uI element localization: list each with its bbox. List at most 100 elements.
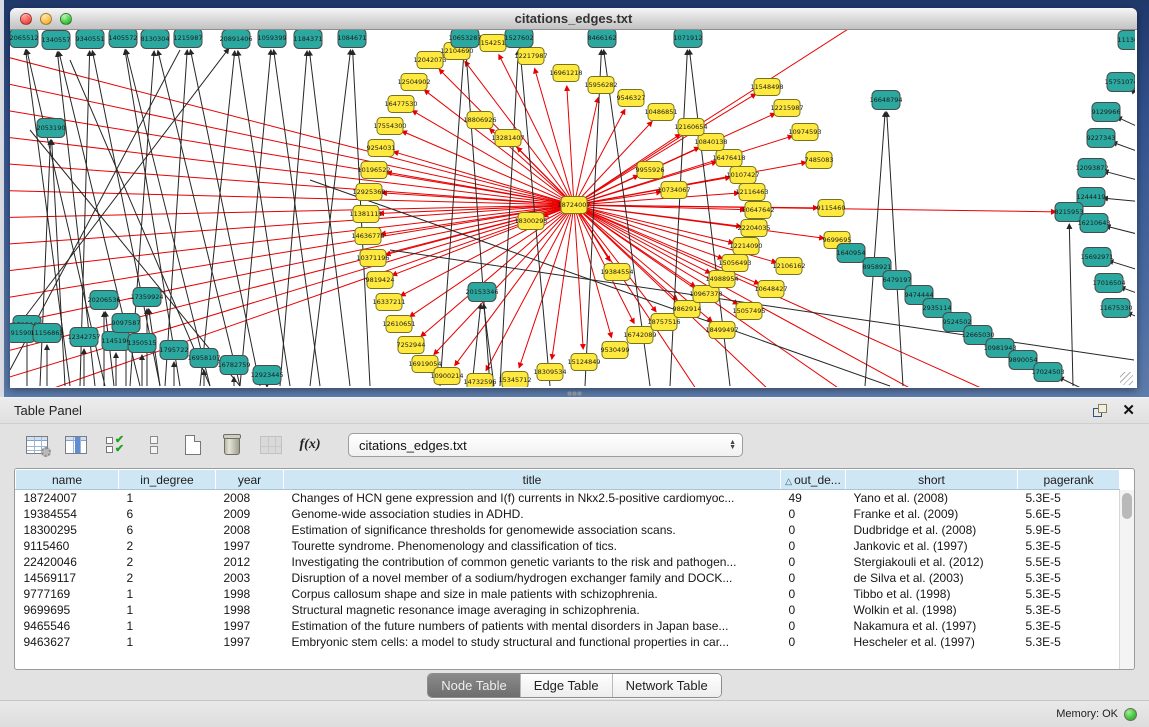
- window-close-button[interactable]: [20, 13, 32, 25]
- graph-node[interactable]: 17016504: [1092, 274, 1125, 293]
- graph-node[interactable]: 18806926: [463, 112, 496, 129]
- network-window-titlebar[interactable]: citations_edges.txt: [10, 8, 1137, 30]
- graph-node[interactable]: 2053190: [37, 119, 66, 138]
- graph-node[interactable]: 22204035: [737, 220, 770, 237]
- graph-edge-red[interactable]: [574, 205, 656, 312]
- graph-node[interactable]: 9115460: [817, 200, 846, 217]
- graph-node[interactable]: 17024503: [1031, 363, 1064, 382]
- function-builder-button[interactable]: f(x): [295, 430, 325, 460]
- graph-edge-red[interactable]: [552, 205, 574, 359]
- graph-node[interactable]: 8466162: [588, 30, 617, 48]
- table-row[interactable]: 977716911998Corpus callosum shape and si…: [16, 586, 1120, 602]
- graph-node[interactable]: 11381111: [349, 206, 382, 223]
- graph-node[interactable]: 14732596: [463, 374, 496, 388]
- graph-node[interactable]: 10840138: [694, 134, 727, 151]
- graph-node[interactable]: 16958107: [187, 349, 220, 368]
- graph-node[interactable]: 10371196: [356, 250, 389, 267]
- graph-edge-red[interactable]: [434, 205, 574, 355]
- column-header-in_degree[interactable]: in_degree: [119, 470, 216, 490]
- graph-node[interactable]: 11548498: [750, 79, 783, 96]
- table-row[interactable]: 946554611997Estimation of the future num…: [16, 618, 1120, 634]
- graph-node[interactable]: 9340551: [76, 30, 105, 49]
- graph-node[interactable]: 14988954: [705, 271, 738, 288]
- tab-network-table[interactable]: Network Table: [613, 674, 721, 697]
- graph-node[interactable]: 15751074: [1104, 73, 1135, 92]
- graph-node[interactable]: 2065512: [10, 30, 38, 48]
- window-zoom-button[interactable]: [60, 13, 72, 25]
- graph-node[interactable]: 16648794: [869, 91, 902, 110]
- graph-node[interactable]: 15345712: [498, 372, 531, 388]
- delete-table-button[interactable]: [256, 430, 286, 460]
- graph-node[interactable]: 8130304: [141, 30, 170, 49]
- graph-edge-black[interactable]: [200, 51, 235, 386]
- graph-node[interactable]: 11675330: [1099, 299, 1132, 318]
- graph-node[interactable]: 12610651: [382, 316, 415, 333]
- graph-node[interactable]: 16477530: [384, 96, 417, 113]
- graph-node[interactable]: 1527602: [505, 30, 534, 48]
- graph-node[interactable]: 15124849: [567, 354, 600, 371]
- graph-edge-black[interactable]: [238, 51, 290, 386]
- graph-node[interactable]: 9955926: [636, 162, 665, 179]
- vertical-scrollbar[interactable]: [1119, 490, 1134, 669]
- graph-edge-black[interactable]: [240, 50, 271, 386]
- graph-node[interactable]: 12160654: [674, 119, 707, 136]
- graph-node[interactable]: 12504902: [397, 74, 430, 91]
- graph-node[interactable]: 9819424: [366, 272, 395, 289]
- graph-node[interactable]: 16961218: [549, 65, 582, 82]
- graph-node[interactable]: 1340557: [42, 31, 71, 50]
- graph-node[interactable]: 9097587: [112, 314, 141, 333]
- graph-node[interactable]: 20206536: [87, 291, 120, 310]
- graph-edge-red[interactable]: [574, 193, 739, 205]
- graph-node[interactable]: 16210643: [1077, 214, 1110, 233]
- table-settings-button[interactable]: [22, 430, 52, 460]
- graph-node[interactable]: 19384554: [600, 264, 633, 281]
- graph-node[interactable]: 12925369: [352, 184, 385, 201]
- graph-node[interactable]: 16782759: [217, 356, 250, 375]
- graph-node[interactable]: 1084671: [338, 30, 367, 48]
- graph-node[interactable]: 18309534: [533, 364, 566, 381]
- graph-node[interactable]: 12342757: [67, 328, 100, 347]
- graph-node[interactable]: 13281407: [491, 130, 524, 147]
- close-panel-icon[interactable]: ✕: [1122, 404, 1135, 418]
- column-header-title[interactable]: title: [284, 470, 781, 490]
- graph-node[interactable]: 10653287: [448, 30, 481, 48]
- column-header-year[interactable]: year: [216, 470, 284, 490]
- graph-edge-black[interactable]: [865, 112, 885, 386]
- column-header-short[interactable]: short: [846, 470, 1018, 490]
- table-row[interactable]: 946362711997Embryonic stem cells: a mode…: [16, 634, 1120, 650]
- graph-node[interactable]: 10486851: [644, 104, 677, 121]
- graph-node[interactable]: 15057495: [732, 303, 765, 320]
- table-row[interactable]: 911546021997Tourette syndrome. Phenomeno…: [16, 538, 1120, 554]
- graph-node[interactable]: 1113044: [1118, 31, 1135, 50]
- column-header-name[interactable]: name: [16, 470, 119, 490]
- graph-node[interactable]: 9862914: [673, 301, 702, 318]
- graph-node[interactable]: 11156863: [30, 324, 63, 343]
- table-selector-dropdown[interactable]: citations_edges.txt ▲▼: [348, 433, 743, 457]
- graph-node[interactable]: 9227343: [1087, 129, 1116, 148]
- graph-node[interactable]: 18300295: [514, 213, 547, 230]
- network-canvas[interactable]: 1872400712042073125049021647753017554300…: [10, 30, 1135, 387]
- graph-node[interactable]: 1640954: [837, 244, 866, 263]
- graph-node[interactable]: 12215987: [770, 100, 803, 117]
- table-row[interactable]: 1830029562008Estimation of significance …: [16, 522, 1120, 538]
- table-row[interactable]: 1872400712008Changes of HCN gene express…: [16, 490, 1120, 506]
- graph-node[interactable]: 9530499: [601, 342, 630, 359]
- graph-edge-black[interactable]: [1106, 226, 1135, 236]
- graph-node[interactable]: 18724007: [557, 197, 590, 214]
- graph-node[interactable]: 10647642: [741, 202, 774, 219]
- table-row[interactable]: 1456911722003Disruption of a novel membe…: [16, 570, 1120, 586]
- graph-edge-black[interactable]: [1108, 261, 1135, 272]
- graph-node[interactable]: 1059399: [258, 30, 287, 48]
- graph-edge-red[interactable]: [574, 109, 625, 205]
- graph-node[interactable]: 10107427: [726, 167, 759, 184]
- graph-node[interactable]: 20153346: [465, 283, 498, 302]
- graph-edge-black[interactable]: [1059, 377, 1085, 387]
- graph-node[interactable]: 12116463: [735, 184, 768, 201]
- graph-node[interactable]: 9254031: [367, 140, 396, 157]
- graph-node[interactable]: 9546327: [617, 90, 646, 107]
- tab-edge-table[interactable]: Edge Table: [521, 674, 613, 697]
- graph-edge-black[interactable]: [1112, 142, 1135, 154]
- graph-node[interactable]: 1350515: [128, 334, 157, 353]
- graph-edge-black[interactable]: [1103, 198, 1135, 202]
- graph-edge-red[interactable]: [574, 205, 733, 243]
